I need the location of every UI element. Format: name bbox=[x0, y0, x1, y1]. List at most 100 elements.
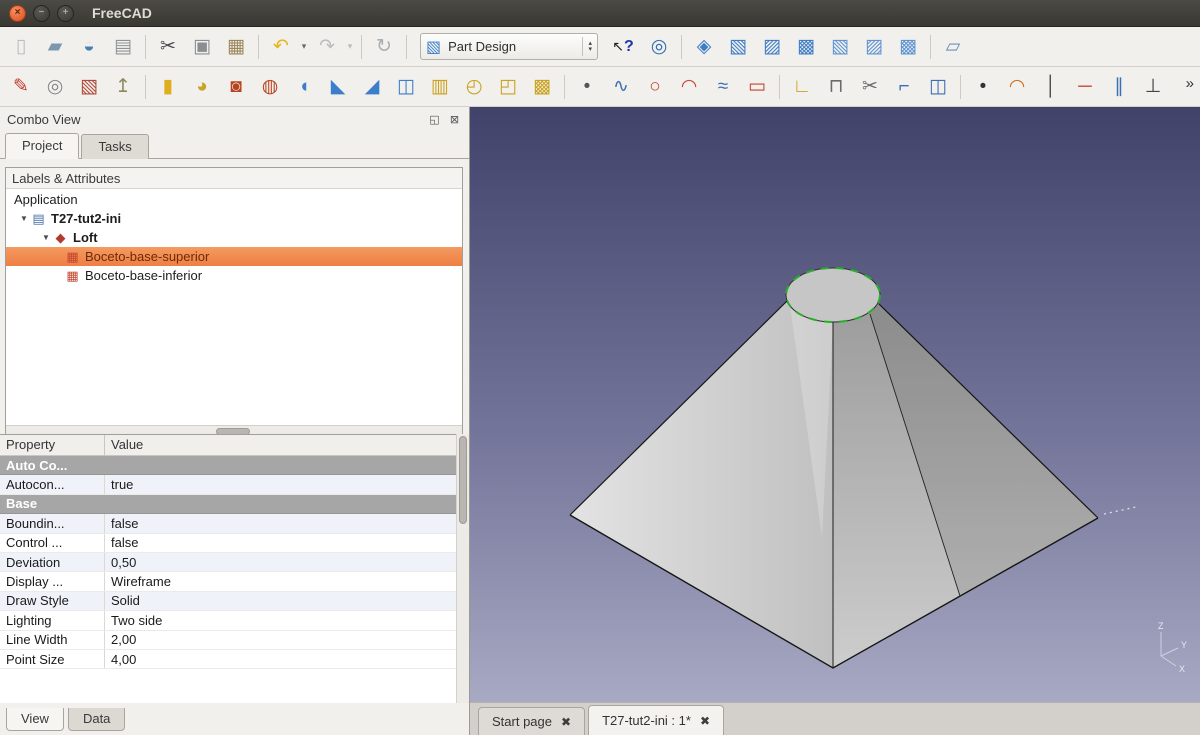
close-panel-icon[interactable]: ⊠ bbox=[447, 112, 462, 127]
polyline-icon[interactable]: ∿ bbox=[606, 72, 636, 102]
expander-icon[interactable]: ▼ bbox=[18, 214, 30, 223]
multi-transform-icon[interactable]: ▩ bbox=[527, 72, 557, 102]
tab-tasks[interactable]: Tasks bbox=[81, 134, 148, 159]
rear-view-icon[interactable]: ▧ bbox=[825, 32, 855, 62]
property-row[interactable]: Auto Co... bbox=[0, 456, 456, 475]
axonometric-view-icon[interactable]: ◈ bbox=[689, 32, 719, 62]
close-tab-icon[interactable]: ✖ bbox=[700, 714, 710, 728]
front-view-icon[interactable]: ▧ bbox=[723, 32, 753, 62]
carbon-copy-icon[interactable]: ◫ bbox=[923, 72, 953, 102]
float-panel-icon[interactable]: ◱ bbox=[427, 112, 442, 127]
expander-icon[interactable]: ▼ bbox=[40, 233, 52, 242]
mdi-tab-bar: Start page ✖ T27-tut2-ini : 1* ✖ bbox=[470, 702, 1200, 735]
tree-item-document[interactable]: ▼ ▤ T27-tut2-ini bbox=[6, 209, 462, 228]
paste-icon[interactable]: ▦ bbox=[221, 32, 251, 62]
property-vertical-scrollbar[interactable] bbox=[456, 434, 469, 703]
undo-dropdown-icon[interactable]: ▾ bbox=[298, 32, 310, 62]
refresh-icon[interactable]: ↻ bbox=[369, 32, 399, 62]
edit-sketch-icon[interactable]: ✎ bbox=[6, 72, 36, 102]
tab-data[interactable]: Data bbox=[68, 708, 125, 731]
mirrored-icon[interactable]: ◫ bbox=[391, 72, 421, 102]
constraint-block-icon[interactable]: ⊓ bbox=[821, 72, 851, 102]
3d-viewport[interactable]: Z Y X bbox=[470, 107, 1200, 702]
view-toolbar: ◎ ◈ ▧ ▨ ▩ ▧ ▨ ▩ ▱ bbox=[642, 32, 970, 62]
property-row[interactable]: Point Size 4,00 bbox=[0, 650, 456, 669]
workbench-selector[interactable]: ▧ Part Design ▴ ▾ bbox=[420, 33, 598, 60]
constraint-horizontal-icon[interactable]: ─ bbox=[1070, 72, 1100, 102]
tab-start-page[interactable]: Start page ✖ bbox=[478, 707, 585, 735]
property-row[interactable]: Lighting Two side bbox=[0, 611, 456, 630]
tree-item-sketch-inferior[interactable]: ▦ Boceto-base-inferior bbox=[6, 266, 462, 285]
tab-t27-document[interactable]: T27-tut2-ini : 1* ✖ bbox=[588, 705, 724, 735]
pad-icon[interactable]: ▮ bbox=[153, 72, 183, 102]
workbench-spinner[interactable]: ▴ ▾ bbox=[582, 37, 592, 56]
constraint-vertical-icon[interactable]: │ bbox=[1036, 72, 1066, 102]
redo-dropdown-icon[interactable]: ▾ bbox=[344, 32, 356, 62]
property-column-header: Property bbox=[0, 435, 105, 455]
tree-item-loft[interactable]: ▼ ◆ Loft bbox=[6, 228, 462, 247]
external-geometry-icon[interactable]: ⌐ bbox=[889, 72, 919, 102]
circle-icon[interactable]: ○ bbox=[640, 72, 670, 102]
point-icon[interactable]: • bbox=[572, 72, 602, 102]
leave-sketch-icon[interactable]: ↥ bbox=[108, 72, 138, 102]
fit-all-icon[interactable]: ◎ bbox=[644, 32, 674, 62]
top-view-icon[interactable]: ▨ bbox=[757, 32, 787, 62]
whats-this-button[interactable]: ↖ ? bbox=[608, 32, 638, 62]
constraint-parallel-icon[interactable]: ∥ bbox=[1104, 72, 1134, 102]
scaled-icon[interactable]: ◰ bbox=[493, 72, 523, 102]
right-view-icon[interactable]: ▩ bbox=[791, 32, 821, 62]
toolbar-overflow-button[interactable]: » bbox=[1186, 75, 1194, 92]
trim-edge-icon[interactable]: ✂ bbox=[855, 72, 885, 102]
loft-icon: ◆ bbox=[52, 230, 69, 246]
new-document-icon[interactable]: ▯ bbox=[6, 32, 36, 62]
bspline-icon[interactable]: ≈ bbox=[708, 72, 738, 102]
fillet-icon[interactable]: ◖ bbox=[289, 72, 319, 102]
minimize-window-button[interactable]: − bbox=[33, 5, 50, 22]
copy-icon[interactable]: ▣ bbox=[187, 32, 217, 62]
open-document-icon[interactable]: ▰ bbox=[40, 32, 70, 62]
groove-icon[interactable]: ◍ bbox=[255, 72, 285, 102]
measure-distance-icon[interactable]: ▱ bbox=[938, 32, 968, 62]
pocket-icon[interactable]: ◙ bbox=[221, 72, 251, 102]
tree-item-application[interactable]: Application bbox=[6, 190, 462, 209]
view-sketch-icon[interactable]: ◎ bbox=[40, 72, 70, 102]
scrollbar-thumb[interactable] bbox=[459, 436, 467, 524]
constraint-point-icon[interactable]: • bbox=[968, 72, 998, 102]
tree-item-sketch-superior[interactable]: ▦ Boceto-base-superior bbox=[6, 247, 462, 266]
property-row[interactable]: Control ... false bbox=[0, 534, 456, 553]
linear-pattern-icon[interactable]: ▥ bbox=[425, 72, 455, 102]
draft-icon[interactable]: ◢ bbox=[357, 72, 387, 102]
tab-view[interactable]: View bbox=[6, 708, 64, 731]
close-tab-icon[interactable]: ✖ bbox=[561, 715, 571, 729]
map-sketch-icon[interactable]: ▧ bbox=[74, 72, 104, 102]
chamfer-icon[interactable]: ◣ bbox=[323, 72, 353, 102]
constraint-arc-icon[interactable]: ◠ bbox=[1002, 72, 1032, 102]
maximize-window-button[interactable]: + bbox=[57, 5, 74, 22]
property-row[interactable]: Boundin... false bbox=[0, 514, 456, 533]
cut-icon[interactable]: ✂ bbox=[153, 32, 183, 62]
bottom-view-icon[interactable]: ▨ bbox=[859, 32, 889, 62]
save-icon[interactable]: ◒ bbox=[74, 32, 104, 62]
property-row[interactable]: Draw Style Solid bbox=[0, 592, 456, 611]
tab-label: T27-tut2-ini : 1* bbox=[602, 713, 691, 728]
property-row[interactable]: Line Width 2,00 bbox=[0, 631, 456, 650]
toolbar-standard: ▯ ▰ ◒ ▤ ✂ ▣ ▦ ↶ ▾ ↷ bbox=[0, 27, 1200, 67]
property-row[interactable]: Autocon... true bbox=[0, 475, 456, 494]
revolution-icon[interactable]: ◕ bbox=[187, 72, 217, 102]
constraint-perpendicular-icon[interactable]: ⊥ bbox=[1138, 72, 1168, 102]
rectangle-icon[interactable]: ▭ bbox=[742, 72, 772, 102]
property-row[interactable]: Display ... Wireframe bbox=[0, 572, 456, 591]
undo-icon[interactable]: ↶ bbox=[266, 32, 296, 62]
file-edit-toolbar: ▯ ▰ ◒ ▤ ✂ ▣ ▦ ↶ ▾ ↷ bbox=[4, 32, 412, 62]
tab-project[interactable]: Project bbox=[5, 133, 79, 159]
arc-icon[interactable]: ◠ bbox=[674, 72, 704, 102]
property-row[interactable]: Base bbox=[0, 495, 456, 514]
property-row[interactable]: Deviation 0,50 bbox=[0, 553, 456, 572]
print-icon[interactable]: ▤ bbox=[108, 32, 138, 62]
redo-icon[interactable]: ↷ bbox=[312, 32, 342, 62]
left-view-icon[interactable]: ▩ bbox=[893, 32, 923, 62]
polar-pattern-icon[interactable]: ◴ bbox=[459, 72, 489, 102]
close-window-button[interactable]: × bbox=[9, 5, 26, 22]
constraint-coincident-icon[interactable]: ∟ bbox=[787, 72, 817, 102]
spin-down-icon[interactable]: ▾ bbox=[588, 47, 592, 53]
